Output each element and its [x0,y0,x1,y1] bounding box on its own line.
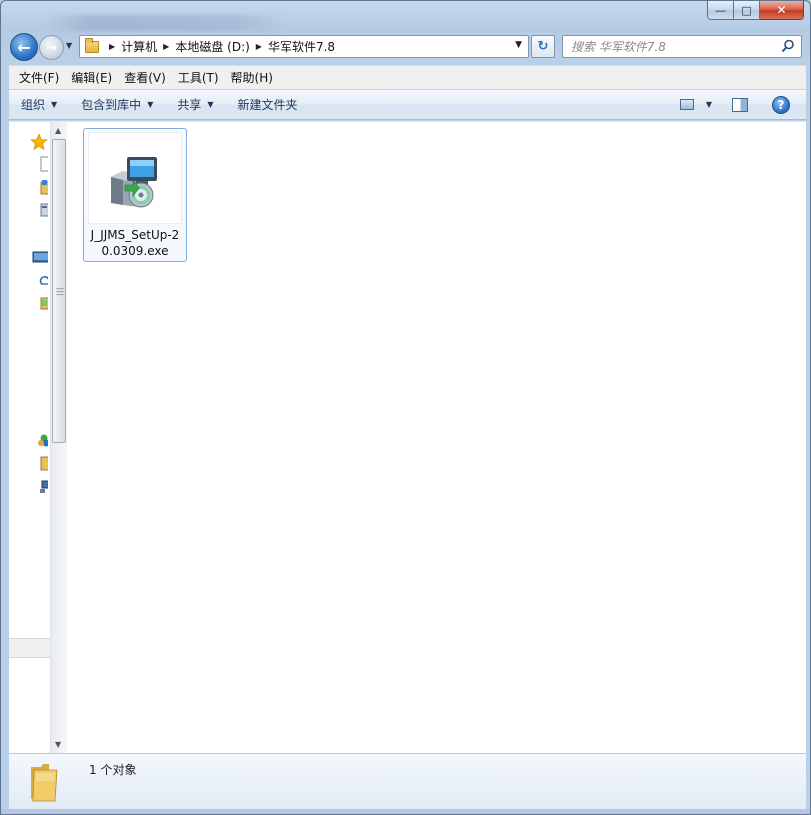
content-panes: ▲ — — — ▼ J_JJMS_SetUp-20.0309.exe [9,121,806,754]
chevron-right-icon[interactable]: ▶ [256,42,262,51]
file-name: J_JJMS_SetUp-20.0309.exe [90,228,180,258]
downloads-icon[interactable] [30,179,48,195]
nav-pane-scrollbar[interactable]: ▲ — — — ▼ [50,122,67,754]
menu-view[interactable]: 查看(V) [118,69,172,86]
chevron-down-icon: ▼ [51,100,58,109]
pane-splitter[interactable] [9,638,50,658]
search-input[interactable]: 搜索 华军软件7.8 [562,35,802,58]
blurred-window-title [45,15,285,31]
scroll-down-icon[interactable]: ▼ [55,740,61,749]
close-button[interactable]: ✕ [760,1,804,20]
back-button[interactable]: ← [10,33,38,61]
file-list-area[interactable]: J_JJMS_SetUp-20.0309.exe [67,122,806,754]
breadcrumb-computer[interactable]: 计算机 [121,38,157,55]
refresh-button[interactable]: ↻ [531,35,555,58]
include-in-library-button[interactable]: 包含到库中 ▼ [69,90,165,119]
minimize-button[interactable]: — [707,1,734,20]
scroll-thumb[interactable]: — — — [52,139,66,443]
menu-help[interactable]: 帮助(H) [225,69,279,86]
organize-button[interactable]: 组织 ▼ [9,90,69,119]
menu-file[interactable]: 文件(F) [13,69,65,86]
share-label: 共享 [177,98,202,112]
menu-tools[interactable]: 工具(T) [172,69,225,86]
chevron-down-icon: ▼ [207,100,214,109]
folder-icon [85,37,99,53]
preview-pane-icon[interactable] [732,97,748,112]
history-dropdown-icon[interactable]: ▼ [66,41,72,50]
explorer-window: — □ ✕ ← → ▼ ▶ 计算机 ▶ 本地磁盘 (D:) ▶ 华军软件7.8 … [0,0,811,815]
item-count: 1 个对象 [89,763,137,777]
chevron-right-icon[interactable]: ▶ [109,42,115,51]
navigation-row: ← → ▼ ▶ 计算机 ▶ 本地磁盘 (D:) ▶ 华军软件7.8 ▼ ↻ 搜索… [1,31,810,63]
network-icon[interactable] [30,479,48,495]
installer-icon [111,157,157,208]
computer-folder-icon[interactable] [30,455,48,471]
forward-button[interactable]: → [39,35,64,60]
file-thumbnail [88,132,182,224]
scroll-up-icon[interactable]: ▲ [55,126,61,135]
homegroup-icon[interactable] [30,432,48,448]
change-view-icon[interactable] [679,99,694,110]
address-bar[interactable]: ▶ 计算机 ▶ 本地磁盘 (D:) ▶ 华军软件7.8 ▼ [79,35,529,58]
grip-icon: — — — [56,284,64,299]
file-item[interactable]: J_JJMS_SetUp-20.0309.exe [83,128,187,262]
libraries-icon[interactable] [30,249,48,265]
title-bar[interactable]: — □ ✕ [1,1,810,31]
back-arrow-icon: ← [17,37,31,57]
cloud-icon[interactable] [30,272,48,288]
chevron-down-icon: ▼ [147,100,154,109]
help-icon[interactable]: ? [772,95,790,114]
new-folder-button[interactable]: 新建文件夹 [226,90,310,119]
organize-label: 组织 [21,98,46,112]
chevron-right-icon[interactable]: ▶ [163,42,169,51]
new-folder-label: 新建文件夹 [237,98,298,112]
command-bar: 组织 ▼ 包含到库中 ▼ 共享 ▼ 新建文件夹 ▼ ? [9,89,806,120]
forward-arrow-icon: → [45,39,58,56]
recent-places-icon[interactable] [30,202,48,218]
menu-bar: 文件(F) 编辑(E) 查看(V) 工具(T) 帮助(H) [9,65,806,89]
desktop-icon[interactable] [30,156,48,172]
include-in-library-label: 包含到库中 [81,98,142,112]
search-icon[interactable] [781,39,795,53]
search-placeholder: 搜索 华军软件7.8 [571,40,666,54]
view-dropdown-icon[interactable]: ▼ [706,100,712,109]
share-button[interactable]: 共享 ▼ [165,90,225,119]
breadcrumb-current-folder[interactable]: 华军软件7.8 [268,38,335,55]
menu-edit[interactable]: 编辑(E) [65,69,118,86]
navigation-pane[interactable]: ▲ — — — ▼ [9,122,67,754]
view-controls: ▼ ? [679,90,806,119]
maximize-button[interactable]: □ [734,1,760,20]
window-bottom-border [1,809,810,814]
refresh-icon: ↻ [537,39,549,54]
favorites-star-icon[interactable] [30,134,48,150]
breadcrumb-local-disk[interactable]: 本地磁盘 (D:) [175,38,249,55]
folder-icon [31,764,58,802]
documents-icon[interactable] [30,295,48,311]
details-pane: 1 个对象 [9,753,806,809]
caption-buttons: — □ ✕ [707,1,804,21]
address-dropdown-icon[interactable]: ▼ [515,40,522,50]
